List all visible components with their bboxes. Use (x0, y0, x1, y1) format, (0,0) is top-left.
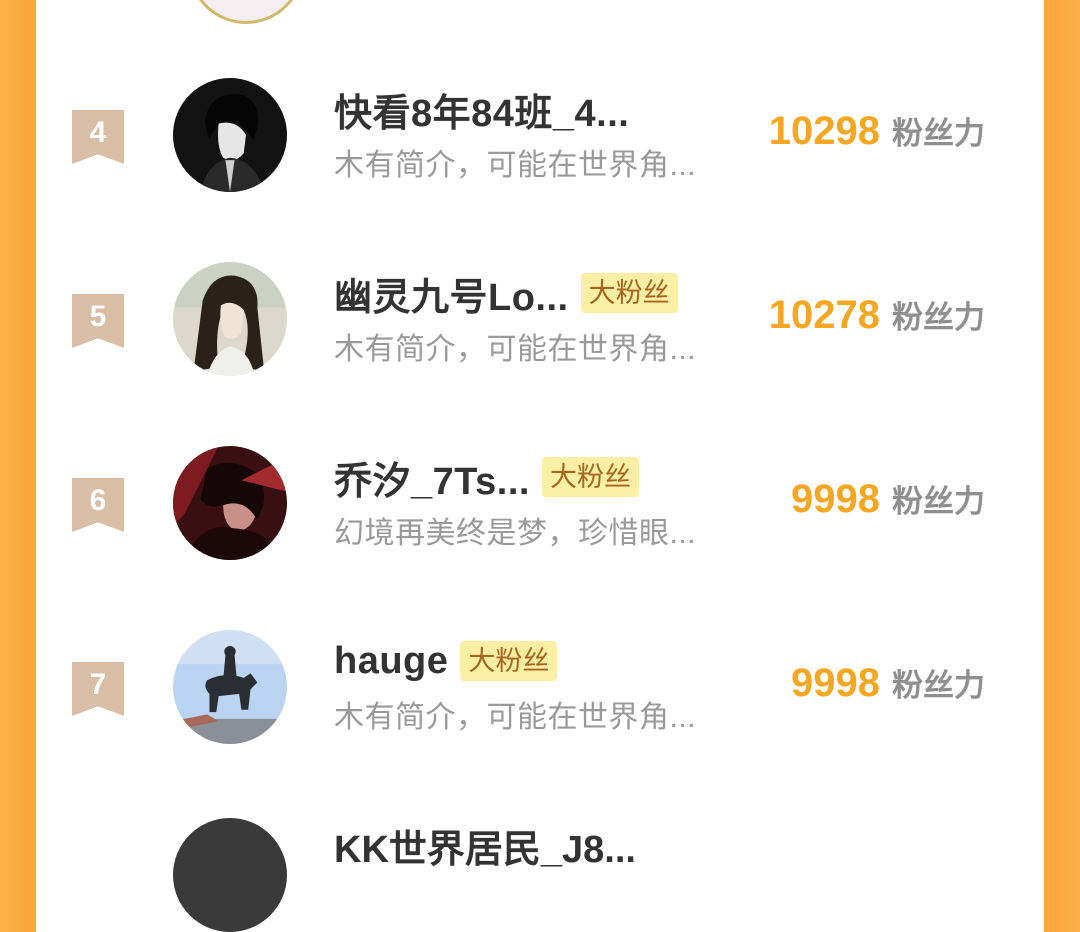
next-user-name-partial[interactable]: KK世界居民_J8... (334, 818, 636, 873)
avatar[interactable] (173, 262, 287, 376)
rank-ribbon: 6 (72, 478, 124, 532)
rank-ribbon: 4 (72, 110, 124, 164)
user-name[interactable]: 幽灵九号Lo... (334, 266, 569, 321)
fan-power-value: 10278 (768, 293, 880, 337)
ranking-row[interactable]: 5 幽灵九号Lo... 大粉丝 木有简介，可能在世界角... 10278 粉丝力 (36, 246, 1044, 430)
avatar[interactable] (173, 446, 287, 560)
fan-power-label: 粉丝力 (892, 668, 985, 703)
ranking-row[interactable]: 4 快看8年84班_4... 木有简介，可能在世界角... 10298 粉丝力 (36, 62, 1044, 246)
fan-power-value: 9998 (791, 477, 880, 521)
fan-power-label: 粉丝力 (892, 116, 985, 151)
big-fan-badge: 大粉丝 (460, 641, 558, 681)
avatar[interactable] (173, 630, 287, 744)
ranking-row[interactable]: 7 hauge 大粉丝 木有简介，可能在世界角... 9998 粉丝力 (36, 614, 1044, 798)
fan-power-value: 9998 (791, 661, 880, 705)
fan-power-label: 粉丝力 (892, 300, 985, 335)
big-fan-badge: 大粉丝 (580, 273, 678, 313)
fan-power-value: 10298 (768, 109, 880, 153)
avatar-next-partial[interactable] (173, 818, 287, 932)
rank-ribbon: 5 (72, 294, 124, 348)
fan-ranking-list: 4 快看8年84班_4... 木有简介，可能在世界角... 10298 粉丝力 … (36, 0, 1044, 932)
user-name[interactable]: hauge (334, 640, 448, 683)
long-haired-man-avatar-icon (173, 262, 287, 376)
equestrian-statue-avatar-icon (173, 630, 287, 744)
big-fan-badge: 大粉丝 (541, 457, 639, 497)
rank-ribbon: 7 (72, 662, 124, 716)
dark-haired-man-avatar-icon (173, 78, 287, 192)
user-bio: 幻境再美终是梦，珍惜眼... (334, 517, 697, 550)
user-name[interactable]: 快看8年84班_4... (334, 82, 629, 137)
red-dark-character-avatar-icon (173, 446, 287, 560)
user-name[interactable]: 乔汐_7Ts... (334, 450, 530, 505)
user-bio: 木有简介，可能在世界角... (334, 701, 697, 734)
ranking-row[interactable]: 6 乔汐_7Ts... 大粉丝 幻境再美终是梦，珍惜眼... 9998 粉丝力 (36, 430, 1044, 614)
user-bio: 木有简介，可能在世界角... (334, 149, 697, 182)
avatar[interactable] (173, 78, 287, 192)
user-bio: 木有简介，可能在世界角... (334, 333, 697, 366)
fan-power-label: 粉丝力 (892, 484, 985, 519)
avatar-rank-3-partial[interactable] (188, 0, 304, 24)
